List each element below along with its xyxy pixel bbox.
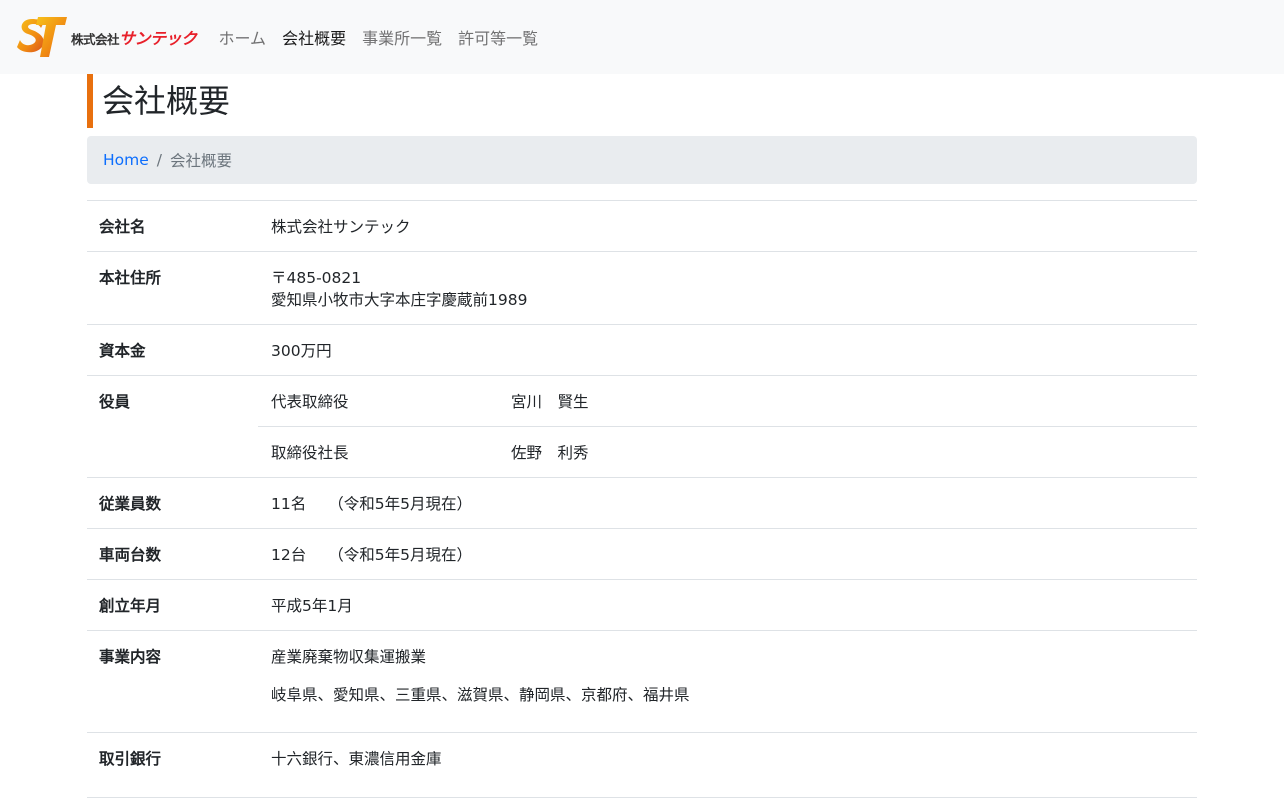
officers-table: 代表取締役 宮川 賢生 取締役社長 佐野 利秀 (258, 376, 1197, 477)
row-label-capital: 資本金 (87, 324, 258, 376)
officer-name: 佐野 利秀 (498, 426, 1197, 477)
row-label-company-name: 会社名 (87, 200, 258, 252)
nav-home[interactable]: ホーム (219, 25, 267, 49)
officer-role: 取締役社長 (258, 426, 498, 477)
brand-small: 株式会社 (71, 32, 120, 47)
page-title: 会社概要 (87, 74, 1197, 128)
breadcrumb-home-link[interactable]: Home (103, 151, 149, 169)
table-row: 資本金 300万円 (87, 324, 1197, 376)
table-row: 本社住所 〒485-0821 愛知県小牧市大字本庄字慶蔵前1989 (87, 251, 1197, 325)
brand-name: 株式会社サンテック (71, 25, 197, 49)
officer-row: 取締役社長 佐野 利秀 (258, 426, 1197, 477)
nav-permits[interactable]: 許可等一覧 (458, 25, 538, 49)
row-label-employees: 従業員数 (87, 477, 258, 529)
row-label-founded: 創立年月 (87, 579, 258, 631)
row-label-bank: 取引銀行 (87, 732, 258, 798)
business-area: 岐阜県、愛知県、三重県、滋賀県、静岡県、京都府、福井県 (271, 686, 690, 704)
row-label-vehicles: 車両台数 (87, 528, 258, 580)
logo-icon (17, 17, 67, 57)
address-cell: 〒485-0821 愛知県小牧市大字本庄字慶蔵前1989 (258, 251, 1197, 325)
officers-cell: 代表取締役 宮川 賢生 取締役社長 佐野 利秀 (258, 375, 1197, 478)
brand-main: サンテック (119, 29, 197, 48)
business-description: 産業廃棄物収集運搬業 (271, 648, 427, 666)
table-row: 創立年月 平成5年1月 (87, 579, 1197, 631)
table-row: 役員 代表取締役 宮川 賢生 取締役社長 佐野 利秀 (87, 375, 1197, 478)
vehicles-note: （令和5年5月現在） (328, 546, 472, 564)
nav-offices[interactable]: 事業所一覧 (362, 25, 442, 49)
company-name: 株式会社サンテック (258, 200, 1197, 252)
officer-row: 代表取締役 宮川 賢生 (258, 376, 1197, 427)
banks: 十六銀行、東濃信用金庫 (258, 732, 1197, 798)
officer-name: 宮川 賢生 (511, 393, 589, 411)
company-info-table: 会社名 株式会社サンテック 本社住所 〒485-0821 愛知県小牧市大字本庄字… (87, 200, 1197, 798)
postal-code: 〒485-0821 (271, 269, 362, 287)
table-row: 取引銀行 十六銀行、東濃信用金庫 (87, 732, 1197, 798)
nav-company-overview[interactable]: 会社概要 (282, 25, 346, 49)
breadcrumb-current: 会社概要 (170, 152, 233, 170)
breadcrumb-separator: / (156, 151, 163, 169)
main-content: 会社概要 Home / 会社概要 会社名 株式会社サンテック 本社住所 〒485… (87, 74, 1197, 798)
breadcrumb: Home / 会社概要 (87, 136, 1197, 184)
row-label-address: 本社住所 (87, 251, 258, 325)
row-label-officers: 役員 (87, 375, 258, 478)
navbar: 株式会社サンテック ホーム 会社概要 事業所一覧 許可等一覧 (0, 0, 1284, 74)
business-cell: 産業廃棄物収集運搬業 岐阜県、愛知県、三重県、滋賀県、静岡県、京都府、福井県 (258, 630, 1197, 733)
table-row: 車両台数 12台 （令和5年5月現在） (87, 528, 1197, 580)
address: 愛知県小牧市大字本庄字慶蔵前1989 (271, 291, 528, 309)
employees-count: 11名 (271, 495, 307, 513)
row-label-business: 事業内容 (87, 630, 258, 733)
table-row: 会社名 株式会社サンテック (87, 200, 1197, 252)
table-row: 従業員数 11名 （令和5年5月現在） (87, 477, 1197, 529)
employees-cell: 11名 （令和5年5月現在） (258, 477, 1197, 529)
capital: 300万円 (258, 324, 1197, 376)
officer-role: 代表取締役 (271, 393, 349, 411)
vehicles-count: 12台 (271, 546, 307, 564)
brand-logo[interactable]: 株式会社サンテック (16, 13, 197, 61)
employees-note: （令和5年5月現在） (328, 495, 472, 513)
founded: 平成5年1月 (258, 579, 1197, 631)
table-row: 事業内容 産業廃棄物収集運搬業 岐阜県、愛知県、三重県、滋賀県、静岡県、京都府、… (87, 630, 1197, 733)
vehicles-cell: 12台 （令和5年5月現在） (258, 528, 1197, 580)
